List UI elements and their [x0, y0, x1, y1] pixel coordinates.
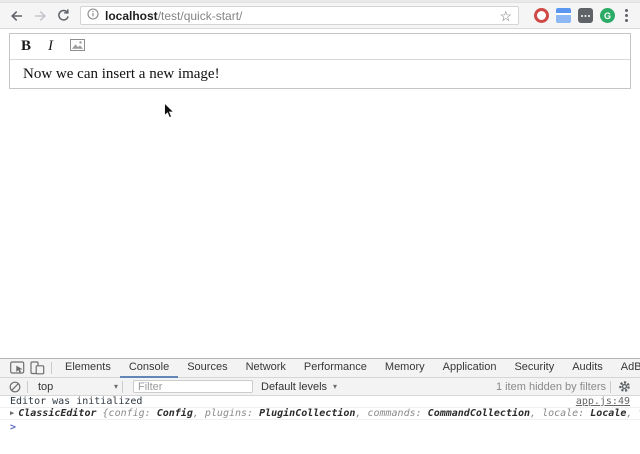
- console-messages: Editor was initialized app.js:49 ▶ Class…: [0, 396, 640, 436]
- tab-console[interactable]: Console: [120, 359, 178, 378]
- preview-segment: locale:: [542, 408, 590, 419]
- extension-icon-grammarly[interactable]: G: [600, 8, 615, 23]
- editor-content[interactable]: Now we can insert a new image!: [10, 60, 630, 88]
- inspect-element-icon[interactable]: [7, 359, 27, 377]
- expand-triangle-icon[interactable]: ▶: [10, 408, 14, 418]
- device-toolbar-icon[interactable]: [27, 359, 47, 377]
- preview-segment: PluginCollection: [259, 408, 355, 419]
- preview-segment: plugins:: [205, 408, 259, 419]
- console-object-row: ▶ ClassicEditor {config: Config, plugins…: [0, 408, 640, 420]
- info-icon[interactable]: [87, 7, 99, 25]
- execution-context-selector[interactable]: top ▾: [32, 381, 118, 393]
- tab-security[interactable]: Security: [505, 359, 563, 378]
- editor-toolbar: B I: [10, 34, 630, 60]
- devtools-panel: ElementsConsoleSourcesNetworkPerformance…: [0, 358, 640, 454]
- url-path: /test/quick-start/: [158, 9, 243, 23]
- preview-segment: ,: [355, 408, 367, 419]
- url-host: localhost: [105, 9, 158, 23]
- console-message-row: Editor was initialized app.js:49: [0, 396, 640, 408]
- preview-segment: CommandCollection: [428, 408, 530, 419]
- preview-segment: commands:: [367, 408, 427, 419]
- page-content: B I Now we can insert a new image!: [0, 33, 640, 362]
- back-icon[interactable]: [8, 8, 26, 24]
- insert-image-button[interactable]: [70, 39, 85, 55]
- preview-segment: ClassicEditor: [18, 408, 102, 419]
- mouse-cursor: [163, 102, 175, 125]
- tab-adblock[interactable]: AdBlock: [612, 359, 640, 378]
- rich-text-editor: B I Now we can insert a new image!: [9, 33, 631, 89]
- chevron-down-icon: ▾: [333, 382, 337, 391]
- tab-audits[interactable]: Audits: [563, 359, 612, 378]
- image-icon: [70, 39, 85, 55]
- levels-label: Default levels: [261, 381, 327, 393]
- devtools-tabbar: ElementsConsoleSourcesNetworkPerformance…: [0, 359, 640, 378]
- preview-segment: Locale: [590, 408, 626, 419]
- tab-application[interactable]: Application: [434, 359, 506, 378]
- preview-segment: config:: [109, 408, 157, 419]
- editor-paragraph: Now we can insert a new image!: [23, 66, 220, 82]
- prompt-chevron: >: [10, 422, 16, 433]
- tab-elements[interactable]: Elements: [56, 359, 120, 378]
- chevron-down-icon: ▾: [114, 382, 118, 391]
- tab-performance[interactable]: Performance: [295, 359, 376, 378]
- extension-icon-red-ring[interactable]: [534, 8, 549, 23]
- preview-segment: ,: [193, 408, 205, 419]
- divider: [610, 381, 611, 393]
- preview-segment: Config: [157, 408, 193, 419]
- extension-icon-gray-dots[interactable]: [578, 8, 593, 23]
- bold-button[interactable]: B: [21, 39, 31, 54]
- console-object-preview[interactable]: ClassicEditor {config: Config, plugins: …: [18, 409, 640, 419]
- context-label: top: [38, 381, 53, 393]
- url-text[interactable]: localhost/test/quick-start/: [105, 9, 493, 23]
- extension-icon-blue-panel[interactable]: [556, 8, 571, 23]
- tab-sources[interactable]: Sources: [178, 359, 236, 378]
- divider: [51, 362, 52, 374]
- console-toolbar: top ▾ Default levels ▾ 1 item hidden by …: [0, 378, 640, 396]
- console-prompt-row[interactable]: >: [0, 420, 640, 436]
- tab-network[interactable]: Network: [237, 359, 295, 378]
- clear-console-icon[interactable]: [7, 378, 23, 396]
- browser-menu-icon[interactable]: [625, 9, 628, 12]
- reload-icon[interactable]: [54, 8, 72, 24]
- divider: [27, 381, 28, 393]
- preview-segment: ,: [626, 408, 638, 419]
- italic-button[interactable]: I: [48, 39, 53, 54]
- tab-memory[interactable]: Memory: [376, 359, 434, 378]
- hidden-items-note: 1 item hidden by filters: [496, 381, 606, 393]
- preview-segment: ,: [530, 408, 542, 419]
- bookmark-star-icon[interactable]: ☆: [499, 9, 512, 23]
- divider: [122, 381, 123, 393]
- console-filter-input[interactable]: [133, 380, 253, 393]
- browser-toolbar: localhost/test/quick-start/ ☆ G: [0, 3, 640, 29]
- devtools-tabs: ElementsConsoleSourcesNetworkPerformance…: [56, 359, 640, 378]
- settings-gear-icon[interactable]: [615, 378, 633, 396]
- forward-icon[interactable]: [31, 8, 49, 24]
- console-message-text: Editor was initialized: [10, 397, 142, 407]
- log-levels-dropdown[interactable]: Default levels ▾: [261, 381, 337, 393]
- address-bar[interactable]: localhost/test/quick-start/ ☆: [80, 6, 519, 25]
- browser-window: localhost/test/quick-start/ ☆ G B I Now …: [0, 0, 640, 454]
- source-link[interactable]: app.js:49: [576, 397, 630, 407]
